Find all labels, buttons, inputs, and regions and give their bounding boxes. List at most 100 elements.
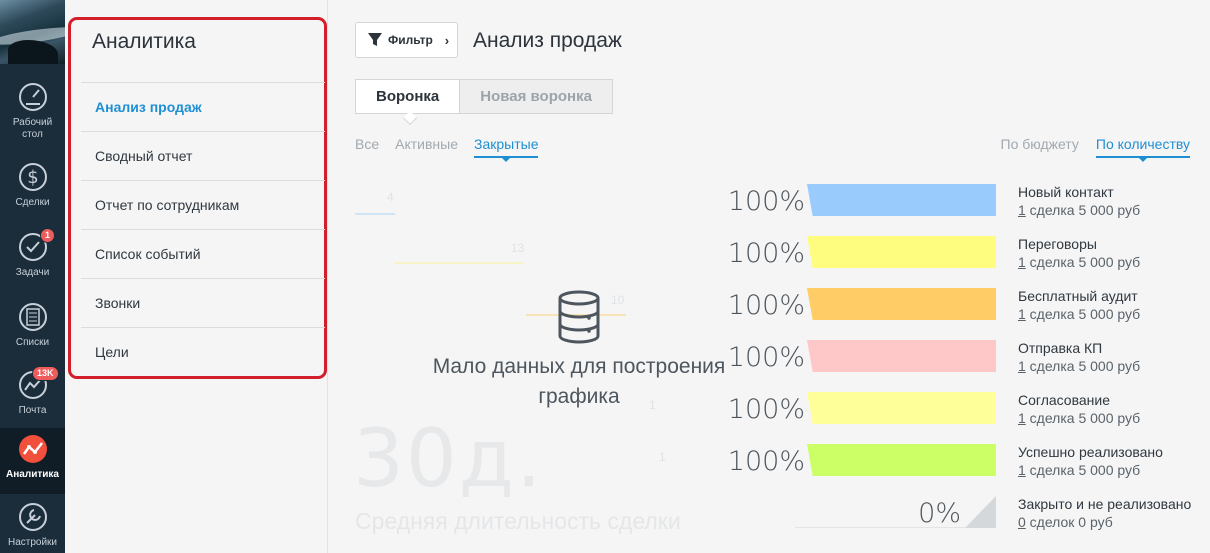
main-content: Фильтр › Анализ продаж Воронка Новая вор… [329, 0, 1210, 553]
stage-name: Закрыто и не реализовано [1018, 496, 1192, 512]
stage-deal-count-link[interactable]: 0 [1018, 514, 1026, 530]
status-filter-closed[interactable]: Закрытые [474, 136, 539, 162]
stage-deal-summary: сделка 5 000 руб [1025, 358, 1141, 374]
stage-deal-summary: сделка 5 000 руб [1025, 306, 1141, 322]
avg-duration-value: 30д. [353, 412, 544, 505]
stage-deal-count-link[interactable]: 1 [1018, 254, 1026, 270]
stage-bar [807, 236, 996, 268]
stage-deal-summary: сделка 5 000 руб [1025, 462, 1141, 478]
stage-name: Отправка КП [1018, 340, 1103, 356]
nav-label-settings: Настройки [7, 537, 58, 548]
funnel-stage: 100% Бесплатный аудит 1 сделка 5 000 руб [727, 288, 1209, 336]
measure-filter-budget[interactable]: По бюджету [1001, 136, 1079, 158]
stage-deal-summary: сделка 5 000 руб [1025, 202, 1141, 218]
empty-chart-message: Мало данных для построения графика [409, 290, 749, 412]
nav-item-analytics[interactable]: Аналитика [0, 428, 65, 494]
stage-deal-count-link[interactable]: 1 [1018, 410, 1026, 426]
stage-bar [807, 184, 996, 216]
stage-deals: 0 сделок 0 руб [1018, 514, 1113, 530]
stage-deal-count-link[interactable]: 1 [1018, 358, 1026, 374]
dashboard-icon [18, 83, 47, 111]
nav-item-settings[interactable]: Настройки [0, 500, 65, 553]
stage-deal-summary: сделок 0 руб [1025, 514, 1113, 530]
dollar-icon: $ [18, 163, 47, 191]
wrench-icon [18, 503, 47, 531]
submenu-item-employee-report[interactable]: Отчет по сотрудникам [81, 180, 325, 229]
stage-name: Бесплатный аудит [1018, 288, 1138, 304]
submenu-item-event-list[interactable]: Список событий [81, 229, 325, 278]
submenu-item-goals[interactable]: Цели [81, 327, 325, 376]
stage-deal-count-link[interactable]: 1 [1018, 202, 1026, 218]
avg-duration-caption: Средняя длительность сделки [355, 508, 681, 534]
tasks-badge: 1 [40, 228, 56, 243]
svg-text:$: $ [27, 167, 38, 188]
nav-item-deals[interactable]: $ Сделки [0, 160, 65, 218]
nav-label-deals: Сделки [15, 197, 50, 208]
stage-deal-count-link[interactable]: 1 [1018, 306, 1026, 322]
ghost-number: 13 [511, 241, 525, 255]
funnel-stage: 100% Отправка КП 1 сделка 5 000 руб [727, 340, 1209, 388]
funnel-tabs: Воронка Новая воронка [355, 79, 613, 114]
status-filter-all[interactable]: Все [355, 136, 379, 158]
filter-button[interactable]: Фильтр › [355, 22, 458, 58]
user-avatar[interactable] [0, 0, 65, 64]
nav-label-mail: Почта [18, 405, 47, 416]
stage-percent: 100% [727, 394, 805, 425]
database-icon [558, 290, 600, 344]
nav-label-dashboard-line2: стол [22, 129, 43, 140]
stage-deals: 1 сделка 5 000 руб [1018, 410, 1140, 426]
nav-item-dashboard[interactable]: Рабочий стол [0, 80, 65, 146]
stage-bar [807, 340, 996, 372]
stage-baseline [795, 527, 965, 528]
stage-bar [807, 288, 996, 320]
nav-label-tasks: Задачи [15, 267, 50, 278]
stage-deal-summary: сделка 5 000 руб [1025, 254, 1141, 270]
measure-filter-count[interactable]: По количеству [1095, 136, 1190, 162]
stage-percent: 100% [727, 290, 805, 321]
stage-deal-summary: сделка 5 000 руб [1025, 410, 1141, 426]
stage-name: Новый контакт [1018, 184, 1114, 200]
tab-new-funnel[interactable]: Новая воронка [459, 79, 613, 114]
funnel-stage: 100% Согласование 1 сделка 5 000 руб [727, 392, 1209, 440]
main-navigation: Рабочий стол $ Сделки 1 Задачи Списки 13… [0, 0, 65, 553]
list-icon [18, 303, 47, 331]
ghost-bar [394, 262, 524, 264]
nav-item-mail[interactable]: 13K Почта [0, 366, 65, 424]
status-filters: Все Активные Закрытые [355, 136, 539, 162]
stage-deals: 1 сделка 5 000 руб [1018, 202, 1140, 218]
nav-item-lists[interactable]: Списки [0, 300, 65, 356]
status-filter-active[interactable]: Активные [395, 136, 458, 158]
page-title: Анализ продаж [473, 29, 622, 52]
tab-funnel[interactable]: Воронка [355, 79, 460, 114]
funnel-stage: 100% Переговоры 1 сделка 5 000 руб [727, 236, 1209, 284]
stage-name: Успешно реализовано [1018, 444, 1163, 460]
funnel-stage: 0% Закрыто и не реализовано 0 сделок 0 р… [729, 496, 1209, 544]
submenu-item-calls[interactable]: Звонки [81, 278, 325, 327]
submenu-item-sales-analysis[interactable]: Анализ продаж [81, 82, 325, 131]
nav-label-dashboard-line1: Рабочий [12, 117, 53, 128]
filter-label: Фильтр [388, 33, 433, 47]
empty-chart-text: Мало данных для построения графика [432, 355, 726, 408]
funnel-stage: 100% Успешно реализовано 1 сделка 5 000 … [727, 444, 1209, 492]
stage-deal-count-link[interactable]: 1 [1018, 462, 1026, 478]
stage-percent: 100% [727, 238, 805, 269]
analytics-icon [18, 435, 47, 463]
stage-percent: 100% [727, 186, 805, 217]
stage-percent: 0% [918, 498, 961, 529]
submenu-title: Аналитика [92, 30, 196, 53]
nav-item-tasks[interactable]: 1 Задачи [0, 228, 65, 286]
stage-bar [965, 496, 996, 528]
stage-percent: 100% [727, 342, 805, 373]
stage-bar [807, 392, 996, 424]
submenu-item-summary-report[interactable]: Сводный отчет [81, 131, 325, 180]
stage-name: Переговоры [1018, 236, 1097, 252]
nav-label-analytics: Аналитика [6, 469, 59, 480]
stage-deals: 1 сделка 5 000 руб [1018, 254, 1140, 270]
stage-deals: 1 сделка 5 000 руб [1018, 306, 1140, 322]
nav-label-lists: Списки [15, 337, 50, 348]
stage-name: Согласование [1018, 392, 1110, 408]
submenu-list: Анализ продаж Сводный отчет Отчет по сот… [81, 82, 325, 376]
ghost-number: 4 [387, 190, 394, 204]
mail-badge: 13K [32, 366, 59, 381]
stage-percent: 100% [727, 446, 805, 477]
